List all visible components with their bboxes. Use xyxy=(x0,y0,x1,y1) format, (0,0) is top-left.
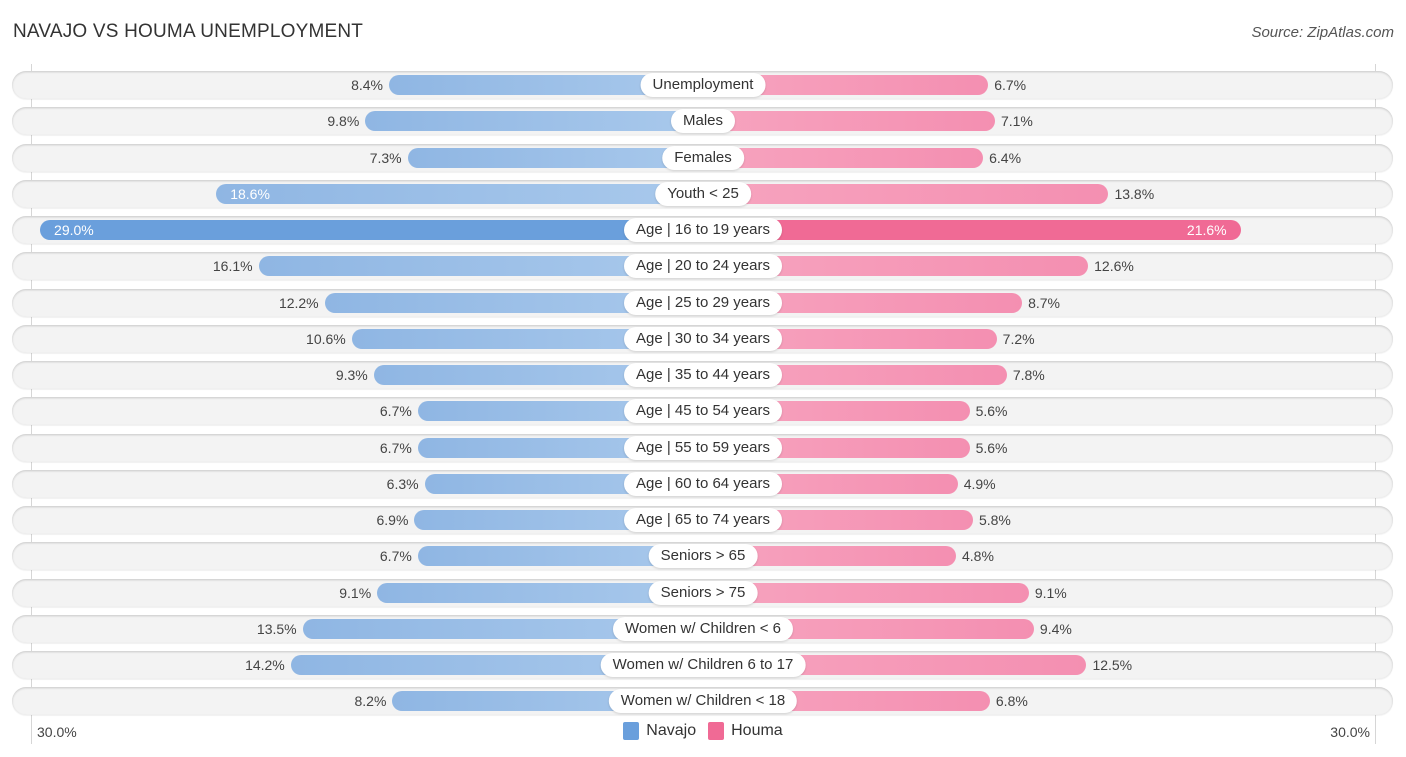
value-label-houma-women-w-children-6: 9.4% xyxy=(1039,620,1072,637)
value-label-houma-women-w-children-6-to-17: 12.5% xyxy=(1092,657,1133,673)
value-label-navajo-males: 9.8% xyxy=(327,113,360,130)
category-label-age-25-to-29-years: Age | 25 to 29 years xyxy=(624,290,782,315)
value-label-navajo-age-55-to-59-years: 6.7% xyxy=(379,439,412,456)
value-label-houma-age-30-to-34-years: 7.2% xyxy=(1002,330,1035,347)
value-label-houma-age-65-to-74-years: 5.8% xyxy=(978,512,1011,528)
value-label-houma-seniors-75: 9.1% xyxy=(1034,584,1067,601)
value-label-navajo-age-65-to-74-years: 6.9% xyxy=(376,512,409,528)
legend-swatch-navajo xyxy=(623,722,640,740)
value-label-houma-age-45-to-54-years: 5.6% xyxy=(975,403,1008,420)
category-label-age-20-to-24-years: Age | 20 to 24 years xyxy=(624,254,782,279)
value-label-navajo-age-45-to-54-years: 6.7% xyxy=(379,403,412,420)
value-label-navajo-age-35-to-44-years: 9.3% xyxy=(335,367,368,383)
bar-navajo-females[interactable] xyxy=(407,147,703,168)
category-label-youth-25: Youth < 25 xyxy=(655,181,751,206)
bar-houma-age-16-to-19-years[interactable] xyxy=(703,220,1241,240)
legend-label-houma: Houma xyxy=(731,722,783,739)
bar-navajo-males[interactable] xyxy=(365,111,703,132)
value-label-navajo-age-30-to-34-years: 10.6% xyxy=(306,330,346,347)
category-label-age-55-to-59-years: Age | 55 to 59 years xyxy=(624,435,782,460)
legend-item-houma[interactable]: Houma xyxy=(708,722,783,740)
category-label-females: Females xyxy=(662,145,744,170)
value-label-navajo-seniors-65: 6.7% xyxy=(379,548,412,565)
value-label-navajo-women-w-children-6: 13.5% xyxy=(256,620,297,637)
legend-item-navajo[interactable]: Navajo xyxy=(623,722,696,740)
value-label-navajo-age-20-to-24-years: 16.1% xyxy=(212,258,253,275)
category-label-women-w-children-6: Women w/ Children < 6 xyxy=(612,616,794,641)
diverging-bar-chart: 8.4% 6.7% Unemployment 9.8% 7.1% Males 7.3% 6.4… xyxy=(0,0,1406,757)
legend-label-navajo: Navajo xyxy=(646,722,697,739)
value-label-houma-age-16-to-19-years: 21.6% xyxy=(1186,222,1227,238)
value-label-houma-youth-25: 13.8% xyxy=(1114,185,1155,202)
legend: Navajo Houma xyxy=(0,722,1406,740)
category-label-seniors-75: Seniors > 75 xyxy=(648,580,758,605)
category-label-age-60-to-64-years: Age | 60 to 64 years xyxy=(624,471,782,496)
legend-swatch-houma xyxy=(708,722,725,740)
value-label-navajo-age-16-to-19-years: 29.0% xyxy=(54,222,94,238)
bar-houma-females[interactable] xyxy=(703,147,984,168)
value-label-navajo-youth-25: 18.6% xyxy=(230,185,270,202)
category-label-seniors-65: Seniors > 65 xyxy=(648,544,758,569)
value-label-navajo-unemployment: 8.4% xyxy=(351,77,384,93)
category-label-age-45-to-54-years: Age | 45 to 54 years xyxy=(624,399,782,424)
bar-houma-males[interactable] xyxy=(703,111,995,132)
bar-houma-youth-25[interactable] xyxy=(703,183,1109,204)
value-label-houma-age-60-to-64-years: 4.9% xyxy=(963,475,996,492)
value-label-houma-age-20-to-24-years: 12.6% xyxy=(1094,258,1134,275)
category-label-age-35-to-44-years: Age | 35 to 44 years xyxy=(624,363,782,387)
category-label-women-w-children-6-to-17: Women w/ Children 6 to 17 xyxy=(600,653,806,677)
value-label-houma-age-25-to-29-years: 8.7% xyxy=(1028,294,1060,311)
value-label-navajo-females: 7.3% xyxy=(369,149,402,166)
category-label-unemployment: Unemployment xyxy=(640,73,766,97)
bar-navajo-age-16-to-19-years[interactable] xyxy=(40,220,703,240)
value-label-navajo-women-w-children-6-to-17: 14.2% xyxy=(245,657,285,673)
value-label-houma-unemployment: 6.7% xyxy=(994,77,1027,93)
value-label-navajo-women-w-children-18: 8.2% xyxy=(354,693,387,710)
value-label-houma-age-55-to-59-years: 5.6% xyxy=(975,439,1008,456)
bar-navajo-youth-25[interactable] xyxy=(216,183,703,204)
category-label-women-w-children-18: Women w/ Children < 18 xyxy=(608,689,798,714)
value-label-navajo-seniors-75: 9.1% xyxy=(339,584,372,601)
category-label-age-30-to-34-years: Age | 30 to 34 years xyxy=(624,326,782,351)
value-label-houma-women-w-children-18: 6.8% xyxy=(995,693,1028,710)
category-label-age-16-to-19-years: Age | 16 to 19 years xyxy=(624,218,782,242)
value-label-houma-seniors-65: 4.8% xyxy=(962,548,994,565)
value-label-navajo-age-25-to-29-years: 12.2% xyxy=(278,294,319,311)
category-label-males: Males xyxy=(670,109,736,134)
value-label-navajo-age-60-to-64-years: 6.3% xyxy=(386,475,419,492)
value-label-houma-females: 6.4% xyxy=(989,149,1022,166)
value-label-houma-males: 7.1% xyxy=(1000,113,1033,130)
value-label-houma-age-35-to-44-years: 7.8% xyxy=(1012,367,1045,383)
category-label-age-65-to-74-years: Age | 65 to 74 years xyxy=(624,508,782,532)
